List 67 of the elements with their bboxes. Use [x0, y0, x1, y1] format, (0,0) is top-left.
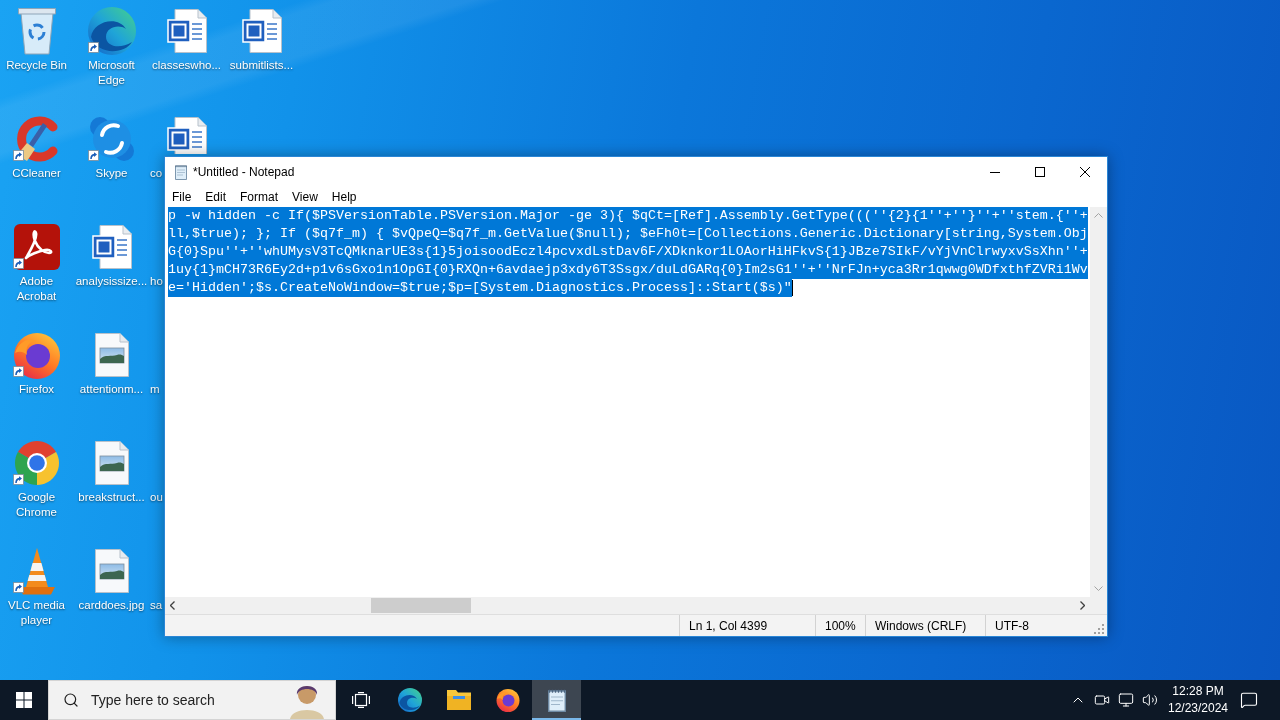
task-view-icon	[351, 692, 370, 708]
desktop-item-label[interactable]: Adobe Acrobat	[0, 274, 74, 304]
notification-icon[interactable]	[1240, 691, 1258, 709]
clock-button[interactable]: 12:28 PM 12/23/2024	[1162, 683, 1234, 717]
desktop-item-label[interactable]: breakstruct...	[78, 490, 145, 505]
desktop-item-label[interactable]: sa	[150, 598, 163, 613]
zoom-level: 100%	[825, 618, 856, 633]
windows-logo-icon	[16, 692, 32, 708]
encoding: UTF-8	[995, 618, 1029, 633]
taskbar-app-button[interactable]	[532, 680, 581, 720]
skype-logo-icon[interactable]	[87, 115, 136, 163]
desktop-item-label[interactable]: submitlists...	[229, 58, 294, 73]
minimize-icon	[989, 171, 1000, 173]
desktop-item-label[interactable]: attentionm...	[79, 382, 144, 397]
resize-grip-icon[interactable]	[1094, 624, 1104, 634]
close-icon	[1079, 167, 1090, 177]
maximize-icon	[1034, 167, 1045, 177]
desktop-item-label[interactable]: CCleaner	[12, 166, 61, 181]
desktop-item-label[interactable]: Firefox	[18, 382, 55, 397]
menu-item[interactable]: File	[165, 187, 199, 207]
desktop-item-label[interactable]: Recycle Bin	[6, 58, 67, 73]
word-document-icon[interactable]	[91, 225, 132, 269]
menu-item[interactable]: Format	[233, 187, 286, 207]
folder-icon	[446, 690, 471, 710]
notepad-icon	[173, 164, 189, 180]
image-file-icon[interactable]	[94, 549, 129, 593]
volume-icon[interactable]	[1142, 692, 1158, 708]
desktop-item-label[interactable]: ou	[150, 490, 163, 505]
desktop-item-label[interactable]: classeswho...	[152, 58, 221, 73]
desktop-item-label[interactable]: Microsoft Edge	[74, 58, 149, 88]
cursor-position: Ln 1, Col 4399	[689, 618, 768, 633]
image-file-icon[interactable]	[94, 333, 129, 377]
horizontal-scrollbar[interactable]	[165, 597, 1090, 614]
network-icon[interactable]	[1118, 692, 1134, 708]
search-box[interactable]: Type here to search	[48, 680, 336, 720]
search-field[interactable]: Type here to search	[91, 692, 287, 708]
scroll-right-icon[interactable]	[1080, 601, 1085, 610]
recycle-bin-icon[interactable]	[16, 7, 57, 55]
scroll-left-icon[interactable]	[170, 601, 175, 610]
desktop-item-label[interactable]: m	[150, 382, 160, 397]
line-ending: Windows (CRLF)	[875, 618, 967, 633]
camera-icon[interactable]	[1094, 692, 1110, 708]
scrollbar-thumb[interactable]	[371, 598, 471, 613]
edge-logo-icon[interactable]	[87, 7, 136, 55]
desktop-item-label[interactable]: co	[150, 166, 163, 181]
menu-item[interactable]: View	[285, 187, 325, 207]
chrome-logo-icon[interactable]	[12, 439, 61, 487]
search-icon	[63, 692, 79, 708]
image-file-icon[interactable]	[94, 441, 129, 485]
word-document-icon[interactable]	[166, 9, 207, 53]
desktop-item-label[interactable]: analysissize...	[75, 274, 148, 289]
word-document-icon[interactable]	[241, 9, 282, 53]
desktop-item-label[interactable]: ho	[150, 274, 163, 289]
menu-item[interactable]: Edit	[198, 187, 234, 207]
text-editor-field[interactable]	[165, 207, 1090, 597]
text-cursor	[791, 280, 793, 296]
acrobat-logo-icon[interactable]	[13, 224, 60, 270]
desktop-item-label[interactable]: Skype	[95, 166, 128, 181]
firefox-logo-icon	[495, 688, 520, 712]
edge-logo-icon	[397, 688, 422, 712]
desktop-item-label[interactable]: carddoes.jpg	[78, 598, 145, 613]
word-document-icon[interactable]	[166, 117, 207, 154]
desktop-item-label[interactable]: VLC media player	[0, 598, 74, 628]
menu-item[interactable]: Help	[324, 187, 364, 207]
desktop-item-label[interactable]: Google Chrome	[0, 490, 74, 520]
firefox-logo-icon[interactable]	[12, 331, 61, 379]
window-title: *Untitled - Notepad	[193, 165, 295, 179]
